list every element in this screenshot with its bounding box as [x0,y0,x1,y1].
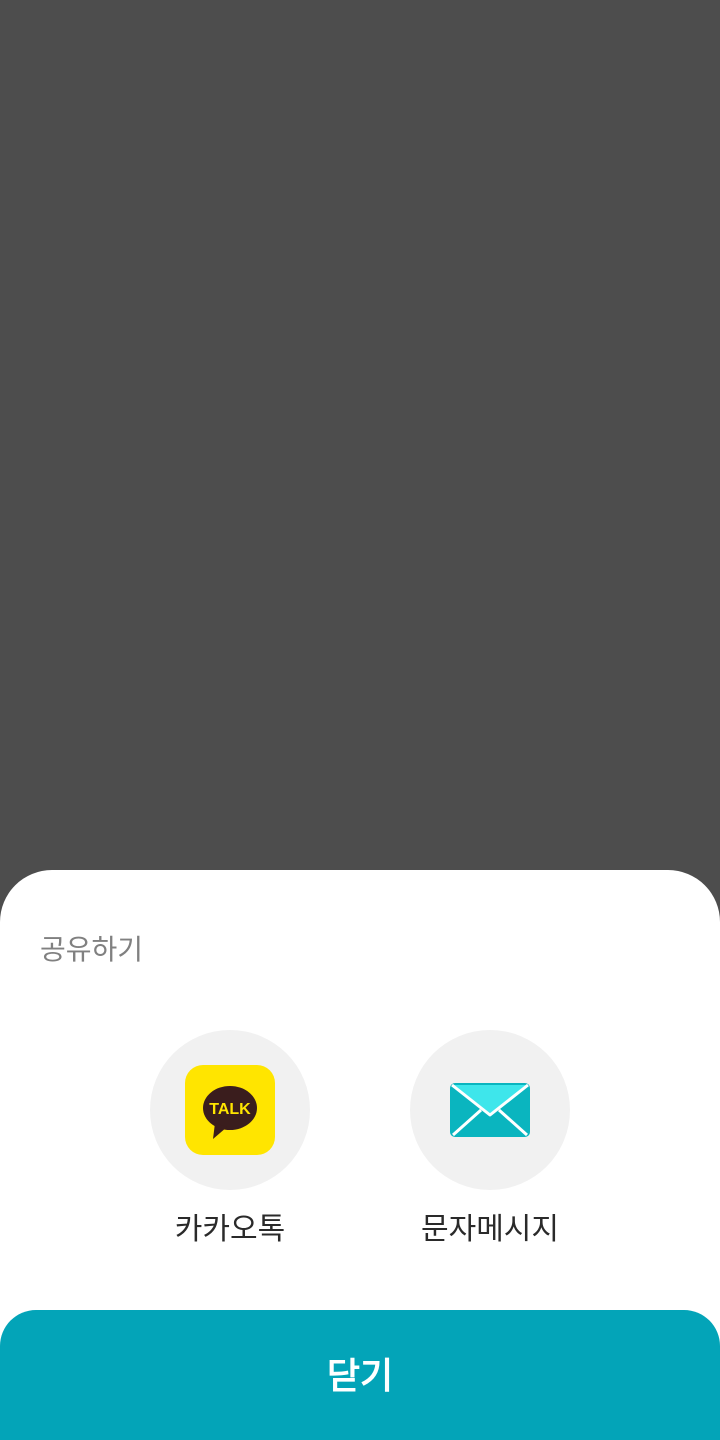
share-bottom-sheet: 공유하기 TALK 카카오톡 문자메시지 닫기 [0,870,720,1440]
envelope-icon [450,1083,530,1137]
close-button[interactable]: 닫기 [0,1310,720,1440]
kakaotalk-icon-circle[interactable]: TALK [150,1030,310,1190]
sms-icon-circle[interactable] [410,1030,570,1190]
kakaotalk-icon-text: TALK [209,1101,251,1118]
dim-overlay[interactable] [0,0,720,870]
share-kakaotalk-button[interactable]: TALK 카카오톡 [120,1030,340,1250]
close-button-label: 닫기 [326,1356,394,1397]
sheet-title: 공유하기 [40,933,144,966]
screen: 공유하기 TALK 카카오톡 문자메시지 닫기 [0,0,720,1440]
kakaotalk-icon: TALK [185,1065,275,1155]
sms-label: 문자메시지 [421,1212,559,1247]
share-sms-button[interactable]: 문자메시지 [380,1030,600,1250]
kakaotalk-label: 카카오톡 [174,1212,286,1247]
